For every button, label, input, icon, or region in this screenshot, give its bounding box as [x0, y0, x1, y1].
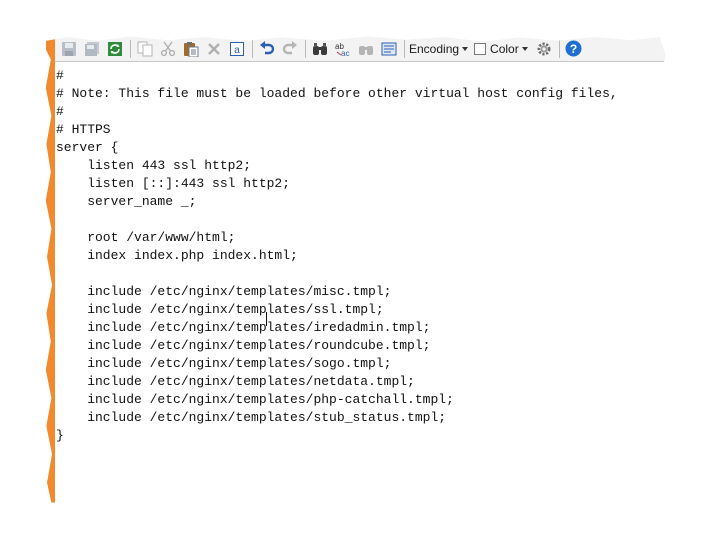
code-line[interactable]: include /etc/nginx/templates/misc.tmpl;: [56, 283, 618, 301]
text-cursor: [266, 312, 267, 326]
chevron-down-icon: [521, 46, 528, 51]
svg-text:ac: ac: [341, 49, 349, 57]
cut-icon[interactable]: [158, 39, 178, 59]
find-icon[interactable]: [310, 39, 330, 59]
toolbar-separator: [305, 39, 306, 58]
color-label: Color: [490, 41, 519, 56]
help-icon[interactable]: ?: [564, 39, 584, 59]
find-next-icon[interactable]: [356, 39, 376, 59]
editor-window: a ab ac Encoding Color ? # # Note: This …: [42, 36, 668, 505]
toolbar-separator: [404, 39, 405, 58]
code-line[interactable]: include /etc/nginx/templates/roundcube.t…: [56, 337, 618, 355]
save-icon[interactable]: [59, 39, 79, 59]
svg-text:a: a: [234, 45, 240, 56]
redo-icon[interactable]: [280, 39, 300, 59]
code-line[interactable]: server {: [56, 139, 618, 157]
editor-window-body: a ab ac Encoding Color ? # # Note: This …: [42, 36, 668, 505]
word-wrap-icon[interactable]: [379, 39, 399, 59]
toolbar-separator: [252, 39, 253, 58]
encoding-dropdown[interactable]: Encoding: [409, 41, 469, 56]
delete-icon[interactable]: [204, 39, 224, 59]
code-line[interactable]: include /etc/nginx/templates/iredadmin.t…: [56, 319, 618, 337]
code-line[interactable]: #: [56, 67, 618, 85]
encoding-label: Encoding: [409, 41, 460, 56]
code-line[interactable]: include /etc/nginx/templates/ssl.tmpl;: [56, 301, 618, 319]
toolbar: a ab ac Encoding Color ?: [55, 36, 668, 62]
select-all-icon[interactable]: a: [227, 39, 247, 59]
code-line[interactable]: [56, 265, 618, 283]
paste-icon[interactable]: [181, 39, 201, 59]
toolbar-separator: [558, 39, 560, 58]
settings-icon[interactable]: [534, 39, 554, 59]
code-line[interactable]: index index.php index.html;: [56, 247, 618, 265]
code-content[interactable]: # # Note: This file must be loaded before…: [56, 67, 618, 445]
code-line[interactable]: include /etc/nginx/templates/stub_status…: [56, 409, 618, 427]
code-line[interactable]: #: [56, 103, 618, 121]
undo-icon[interactable]: [257, 39, 277, 59]
code-line[interactable]: }: [56, 427, 618, 445]
code-line[interactable]: root /var/www/html;: [56, 229, 618, 247]
color-toggle[interactable]: Color: [474, 42, 528, 56]
code-line[interactable]: # HTTPS: [56, 121, 618, 139]
save-all-icon[interactable]: [82, 39, 102, 59]
text-editor-area[interactable]: # # Note: This file must be loaded before…: [55, 63, 668, 505]
code-line[interactable]: listen [::]:443 ssl http2;: [56, 175, 618, 193]
copy-icon[interactable]: [135, 39, 155, 59]
code-line[interactable]: include /etc/nginx/templates/sogo.tmpl;: [56, 355, 618, 373]
chevron-down-icon: [462, 46, 469, 51]
svg-text:?: ?: [570, 42, 577, 56]
code-line[interactable]: include /etc/nginx/templates/netdata.tmp…: [56, 373, 618, 391]
toolbar-separator: [130, 39, 131, 58]
reload-icon[interactable]: [105, 39, 125, 59]
window-edge-accent: [46, 36, 55, 505]
code-line[interactable]: # Note: This file must be loaded before …: [56, 85, 618, 103]
code-line[interactable]: include /etc/nginx/templates/php-catchal…: [56, 391, 618, 409]
replace-icon[interactable]: ab ac: [333, 39, 353, 59]
code-line[interactable]: [56, 211, 618, 229]
color-checkbox[interactable]: [474, 42, 487, 55]
code-line[interactable]: listen 443 ssl http2;: [56, 157, 618, 175]
code-line[interactable]: server_name _;: [56, 193, 618, 211]
